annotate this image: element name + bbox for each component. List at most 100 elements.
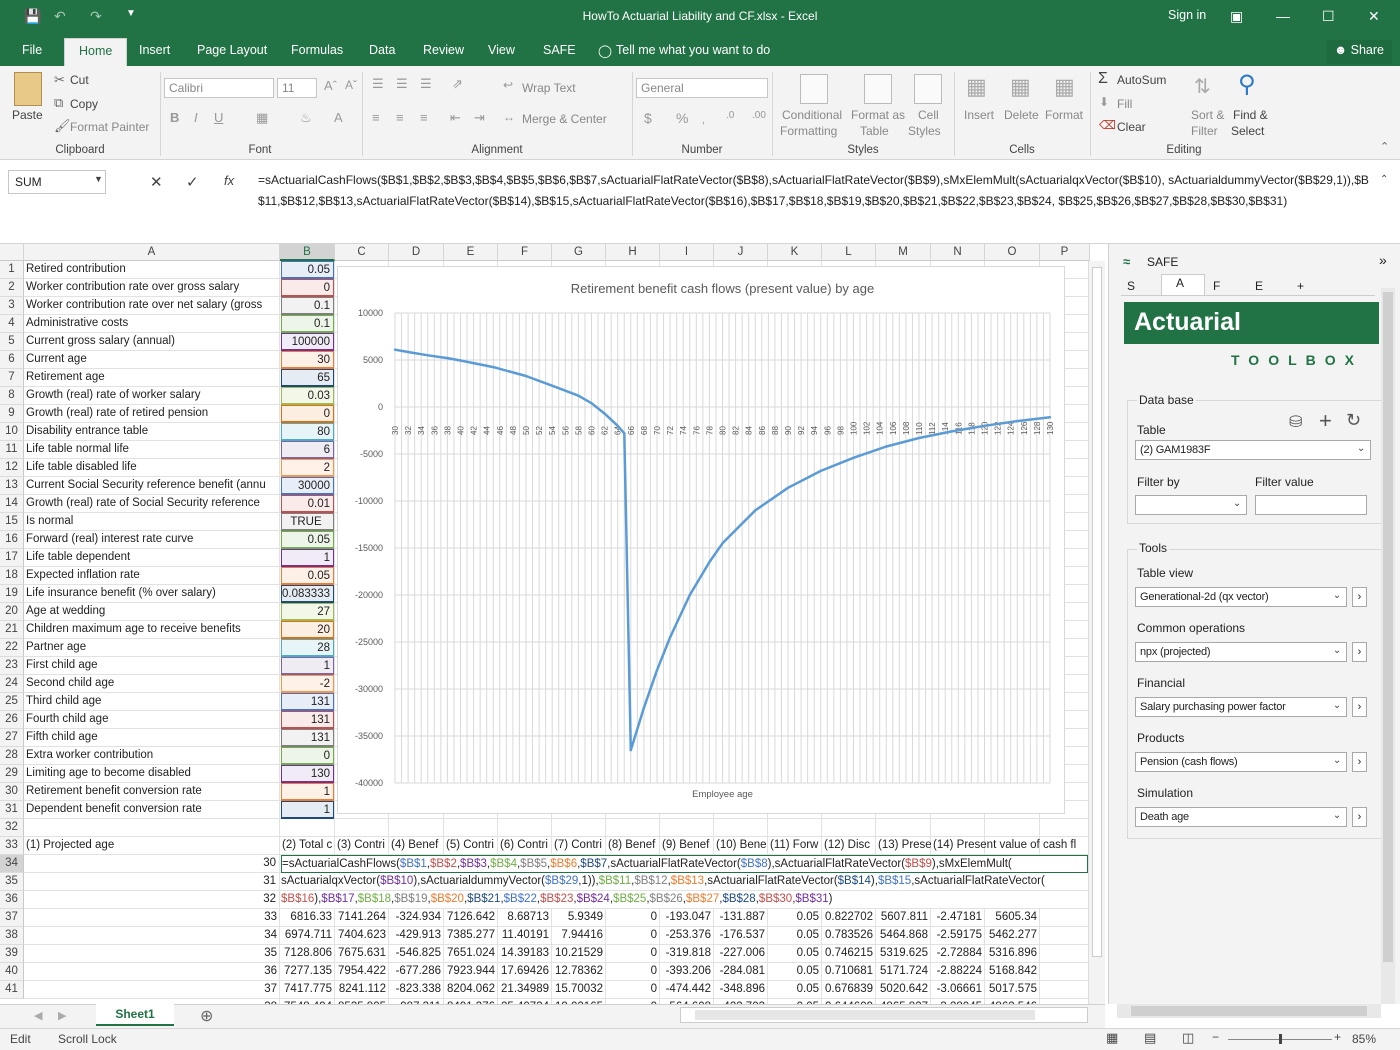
data-cell[interactable]: 0 bbox=[607, 927, 657, 945]
data-cell[interactable]: 0 bbox=[607, 981, 657, 999]
merge-center-button[interactable]: Merge & Center bbox=[522, 112, 607, 126]
minimize-icon[interactable]: — bbox=[1276, 8, 1290, 24]
param-value[interactable]: 0.05 bbox=[281, 531, 334, 549]
param-value[interactable]: 0 bbox=[281, 279, 334, 297]
column-header[interactable]: G bbox=[552, 244, 606, 261]
param-value[interactable]: 0.01 bbox=[281, 495, 334, 513]
tell-me-input[interactable]: Tell me what you want to do bbox=[616, 43, 770, 57]
param-value[interactable]: 100000 bbox=[281, 333, 334, 351]
column-header[interactable]: O bbox=[985, 244, 1040, 261]
data-cell[interactable]: -823.338 bbox=[390, 981, 441, 999]
insert-function-icon[interactable]: fx bbox=[224, 173, 234, 188]
param-label[interactable]: Retirement age bbox=[26, 369, 279, 387]
param-label[interactable]: Expected inflation rate bbox=[26, 567, 279, 585]
sort-filter-button[interactable]: Sort & bbox=[1191, 108, 1224, 122]
data-cell[interactable]: 7128.806 bbox=[281, 945, 332, 963]
decrease-decimal-icon[interactable]: .00 bbox=[752, 110, 766, 121]
align-right-icon[interactable]: ≡ bbox=[420, 110, 428, 125]
panel-hscrollbar[interactable] bbox=[1117, 1004, 1381, 1018]
param-value[interactable]: 131 bbox=[281, 711, 334, 729]
data-cell[interactable]: 14.39183 bbox=[499, 945, 549, 963]
param-label[interactable]: Worker contribution rate over gross sala… bbox=[26, 279, 279, 297]
data-cell[interactable]: -3.06661 bbox=[932, 981, 982, 999]
row-header[interactable]: 7 bbox=[0, 369, 24, 387]
collapse-ribbon-icon[interactable]: ⌃ bbox=[1380, 140, 1389, 153]
row-header[interactable]: 6 bbox=[0, 351, 24, 369]
output-column-header[interactable]: (13) Prese bbox=[878, 837, 931, 855]
tab-insert[interactable]: Insert bbox=[139, 43, 170, 57]
data-cell[interactable]: 0.783526 bbox=[823, 927, 873, 945]
param-value[interactable]: 130 bbox=[281, 765, 334, 783]
output-column-header[interactable]: (7) Contri bbox=[554, 837, 606, 855]
param-label[interactable]: Growth (real) rate of retired pension bbox=[26, 405, 279, 423]
param-value[interactable]: 2 bbox=[281, 459, 334, 477]
data-cell[interactable]: 7651.024 bbox=[445, 945, 495, 963]
row-header[interactable]: 27 bbox=[0, 729, 24, 747]
row-header[interactable]: 36 bbox=[0, 891, 24, 909]
share-button[interactable]: ☻ Share bbox=[1326, 40, 1392, 64]
column-header[interactable]: E bbox=[444, 244, 498, 261]
data-cell[interactable]: 33 bbox=[25, 909, 277, 927]
param-value[interactable]: 28 bbox=[281, 639, 334, 657]
data-cell[interactable]: 5020.642 bbox=[877, 981, 928, 999]
align-middle-icon[interactable]: ☰ bbox=[396, 76, 408, 92]
align-bottom-icon[interactable]: ☰ bbox=[420, 76, 432, 92]
projected-age-cell[interactable]: 32 bbox=[26, 891, 278, 909]
panel-tab-e[interactable]: E bbox=[1255, 279, 1263, 293]
enter-icon[interactable]: ✓ bbox=[186, 173, 199, 191]
italic-icon[interactable]: I bbox=[194, 110, 198, 125]
data-cell[interactable]: -2.47181 bbox=[932, 909, 982, 927]
data-cell[interactable]: 7417.775 bbox=[281, 981, 332, 999]
param-label[interactable]: Current Social Security reference benefi… bbox=[26, 477, 279, 495]
param-value[interactable]: 30000 bbox=[281, 477, 334, 495]
param-value[interactable]: 131 bbox=[281, 693, 334, 711]
data-cell[interactable]: 7385.277 bbox=[445, 927, 495, 945]
name-box[interactable]: SUM bbox=[8, 170, 106, 194]
output-column-header[interactable]: (12) Disc bbox=[824, 837, 876, 855]
row-header[interactable]: 18 bbox=[0, 567, 24, 585]
param-label[interactable]: Growth (real) rate of worker salary bbox=[26, 387, 279, 405]
data-cell[interactable]: -319.818 bbox=[661, 945, 711, 963]
param-value[interactable]: 1 bbox=[281, 549, 334, 567]
row-header[interactable]: 39 bbox=[0, 945, 24, 963]
output-column-header[interactable]: (4) Benef bbox=[391, 837, 444, 855]
param-label[interactable]: Partner age bbox=[26, 639, 279, 657]
column-header[interactable]: J bbox=[714, 244, 768, 261]
products-select[interactable]: Pension (cash flows) ⌄ bbox=[1135, 752, 1347, 772]
output-column-header[interactable]: (9) Benef bbox=[662, 837, 714, 855]
data-cell[interactable]: 0 bbox=[607, 945, 657, 963]
font-name-select[interactable]: Calibri bbox=[164, 78, 274, 98]
maximize-icon[interactable]: ☐ bbox=[1322, 8, 1335, 25]
data-cell[interactable]: 0 bbox=[607, 963, 657, 981]
data-cell[interactable]: 7675.631 bbox=[336, 945, 386, 963]
data-cell[interactable]: 7126.642 bbox=[445, 909, 495, 927]
tab-safe[interactable]: SAFE bbox=[543, 43, 576, 57]
param-label[interactable]: Current gross salary (annual) bbox=[26, 333, 279, 351]
new-sheet-icon[interactable]: ⊕ bbox=[200, 1006, 213, 1026]
currency-icon[interactable]: $ bbox=[644, 110, 652, 126]
cell-styles-button[interactable]: Cell bbox=[918, 108, 939, 122]
column-header[interactable]: A bbox=[24, 244, 280, 261]
data-cell[interactable]: 5319.625 bbox=[877, 945, 928, 963]
param-value[interactable]: 0.1 bbox=[281, 315, 334, 333]
param-value[interactable]: 30 bbox=[281, 351, 334, 369]
tab-view[interactable]: View bbox=[488, 43, 515, 57]
data-cell[interactable]: -284.081 bbox=[715, 963, 765, 981]
data-cell[interactable]: -429.913 bbox=[390, 927, 441, 945]
row-header[interactable]: 31 bbox=[0, 801, 24, 819]
align-left-icon[interactable]: ≡ bbox=[372, 110, 380, 125]
param-label[interactable]: Third child age bbox=[26, 693, 279, 711]
projected-age-cell[interactable]: 30 bbox=[26, 855, 278, 873]
param-label[interactable]: Retirement benefit conversion rate bbox=[26, 783, 279, 801]
row-header[interactable]: 25 bbox=[0, 693, 24, 711]
financial-go-button[interactable]: › bbox=[1352, 697, 1367, 717]
data-cell[interactable]: -546.825 bbox=[390, 945, 441, 963]
decrease-indent-icon[interactable]: ⇤ bbox=[450, 110, 461, 126]
hscroll-thumb[interactable] bbox=[695, 1010, 1035, 1020]
format-painter-button[interactable]: Format Painter bbox=[70, 120, 149, 134]
param-label[interactable]: Age at wedding bbox=[26, 603, 279, 621]
number-format-select[interactable]: General bbox=[636, 78, 768, 98]
data-cell[interactable]: 7954.422 bbox=[336, 963, 386, 981]
data-cell[interactable]: -193.047 bbox=[661, 909, 711, 927]
data-cell[interactable]: 35 bbox=[25, 945, 277, 963]
